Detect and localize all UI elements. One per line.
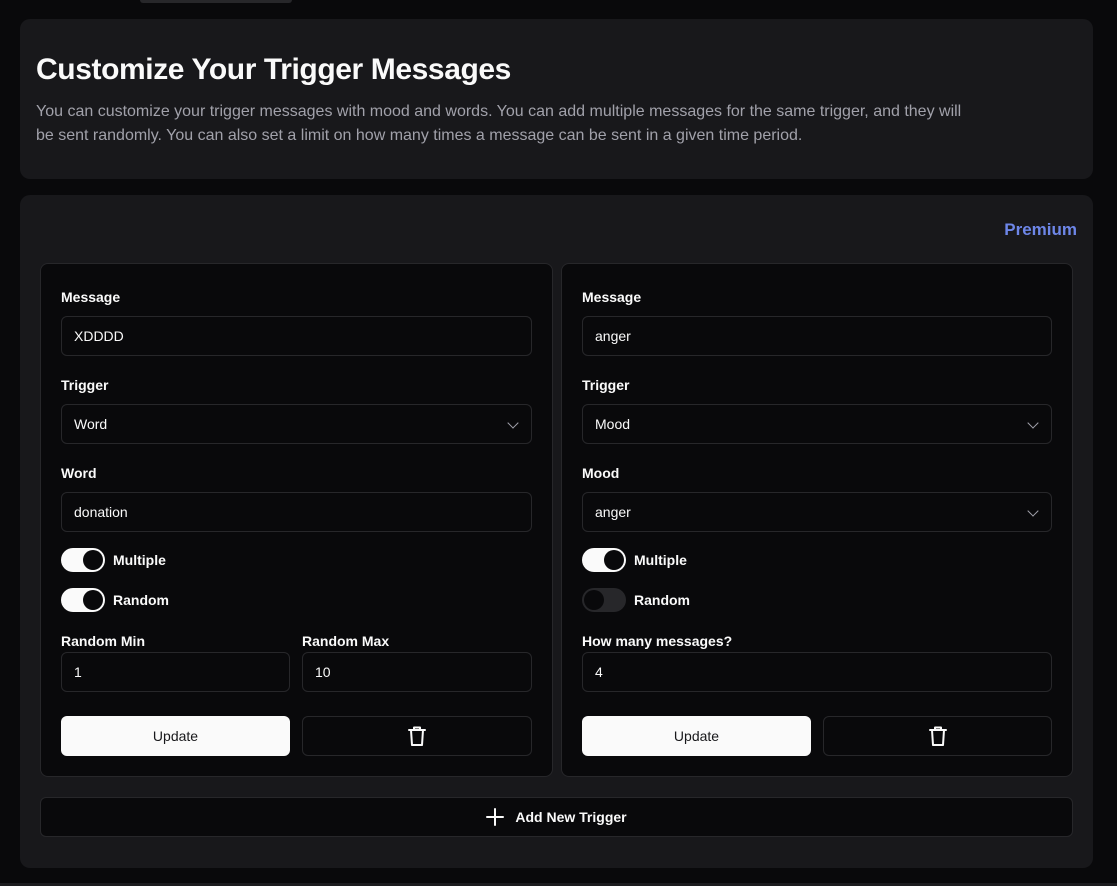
trash-icon (408, 726, 426, 746)
top-tab-stub (140, 0, 292, 3)
trigger-label: Trigger (61, 377, 109, 393)
random-toggle[interactable] (61, 588, 105, 612)
trigger-select-value: Word (74, 416, 108, 432)
toggle-knob (584, 590, 604, 610)
message-label: Message (582, 289, 642, 305)
random-label: Random (634, 592, 690, 608)
triggers-panel: Premium Message XDDDD Trigger Word Word … (20, 195, 1093, 868)
delete-button[interactable] (302, 716, 532, 756)
mood-label: Mood (582, 465, 620, 481)
message-count-label: How many messages? (582, 633, 733, 649)
message-count-input[interactable]: 4 (582, 652, 1052, 692)
update-button[interactable]: Update (61, 716, 290, 756)
premium-badge: Premium (1004, 220, 1077, 239)
message-input[interactable]: anger (582, 316, 1052, 356)
header-card: Customize Your Trigger Messages You can … (20, 19, 1093, 179)
trigger-select[interactable]: Word (61, 404, 532, 444)
page-description: You can customize your trigger messages … (36, 103, 962, 144)
random-toggle[interactable] (582, 588, 626, 612)
multiple-toggle[interactable] (582, 548, 626, 572)
multiple-label: Multiple (634, 552, 687, 568)
add-new-trigger-button[interactable]: Add New Trigger (40, 797, 1073, 837)
random-max-label: Random Max (302, 633, 390, 649)
chevron-down-icon (1027, 505, 1039, 517)
add-new-trigger-label: Add New Trigger (515, 809, 627, 825)
trigger-select-value: Mood (595, 416, 631, 432)
message-label: Message (61, 289, 121, 305)
multiple-label: Multiple (113, 552, 166, 568)
random-max-input[interactable]: 10 (302, 652, 532, 692)
update-button[interactable]: Update (582, 716, 811, 756)
toggle-knob (83, 590, 103, 610)
multiple-toggle[interactable] (61, 548, 105, 572)
random-min-label: Random Min (61, 633, 145, 649)
trigger-card-mood: Message anger Trigger Mood Mood anger Mu… (561, 263, 1073, 777)
chevron-down-icon (1027, 417, 1039, 429)
mood-select-value: anger (595, 504, 631, 520)
add-new-trigger-content: Add New Trigger (486, 798, 627, 836)
toggle-knob (83, 550, 103, 570)
word-label: Word (61, 465, 97, 481)
toggle-knob (604, 550, 624, 570)
trigger-label: Trigger (582, 377, 630, 393)
random-min-input[interactable]: 1 (61, 652, 290, 692)
message-input[interactable]: XDDDD (61, 316, 532, 356)
page-title: Customize Your Trigger Messages (36, 53, 511, 86)
mood-select[interactable]: anger (582, 492, 1052, 532)
trigger-card-word: Message XDDDD Trigger Word Word donation… (40, 263, 553, 777)
plus-icon (486, 808, 505, 826)
random-label: Random (113, 592, 169, 608)
chevron-down-icon (507, 417, 519, 429)
trash-icon (928, 726, 947, 746)
word-input[interactable]: donation (61, 492, 532, 532)
trigger-select[interactable]: Mood (582, 404, 1052, 444)
delete-button[interactable] (823, 716, 1052, 756)
